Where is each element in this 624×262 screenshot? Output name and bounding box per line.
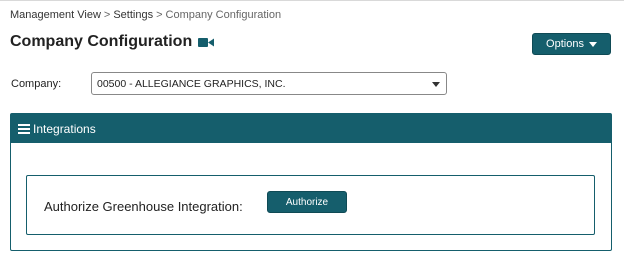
integrations-panel-header[interactable]: Integrations [11, 114, 611, 143]
company-select-value: 00500 - ALLEGIANCE GRAPHICS, INC. [97, 77, 286, 90]
hamburger-icon [18, 123, 30, 134]
breadcrumb: Management View > Settings > Company Configu… [10, 9, 281, 21]
top-divider [0, 0, 624, 1]
integrations-panel-title: Integrations [33, 121, 96, 136]
greenhouse-integration-box: Authorize Greenhouse Integration: Author… [26, 175, 595, 235]
breadcrumb-separator: > [156, 9, 163, 21]
authorize-button[interactable]: Authorize [267, 191, 347, 213]
authorize-greenhouse-label: Authorize Greenhouse Integration: [44, 199, 243, 214]
breadcrumb-separator: > [103, 9, 111, 21]
company-label: Company: [11, 78, 62, 90]
breadcrumb-management-view[interactable]: Management View [10, 9, 101, 21]
options-button-label: Options [546, 38, 584, 50]
company-select[interactable]: 00500 - ALLEGIANCE GRAPHICS, INC. [91, 72, 447, 95]
page-title: Company Configuration [10, 33, 193, 50]
integrations-panel: Integrations Authorize Greenhouse Integr… [10, 113, 612, 251]
breadcrumb-company-configuration: Company Configuration [165, 9, 282, 21]
breadcrumb-settings[interactable]: Settings [113, 9, 153, 21]
options-button[interactable]: Options [532, 33, 611, 55]
video-camera-icon[interactable] [198, 37, 215, 48]
caret-down-icon [588, 41, 597, 47]
page-title-row: Company Configuration [10, 33, 215, 51]
dropdown-arrow-icon [432, 82, 440, 87]
